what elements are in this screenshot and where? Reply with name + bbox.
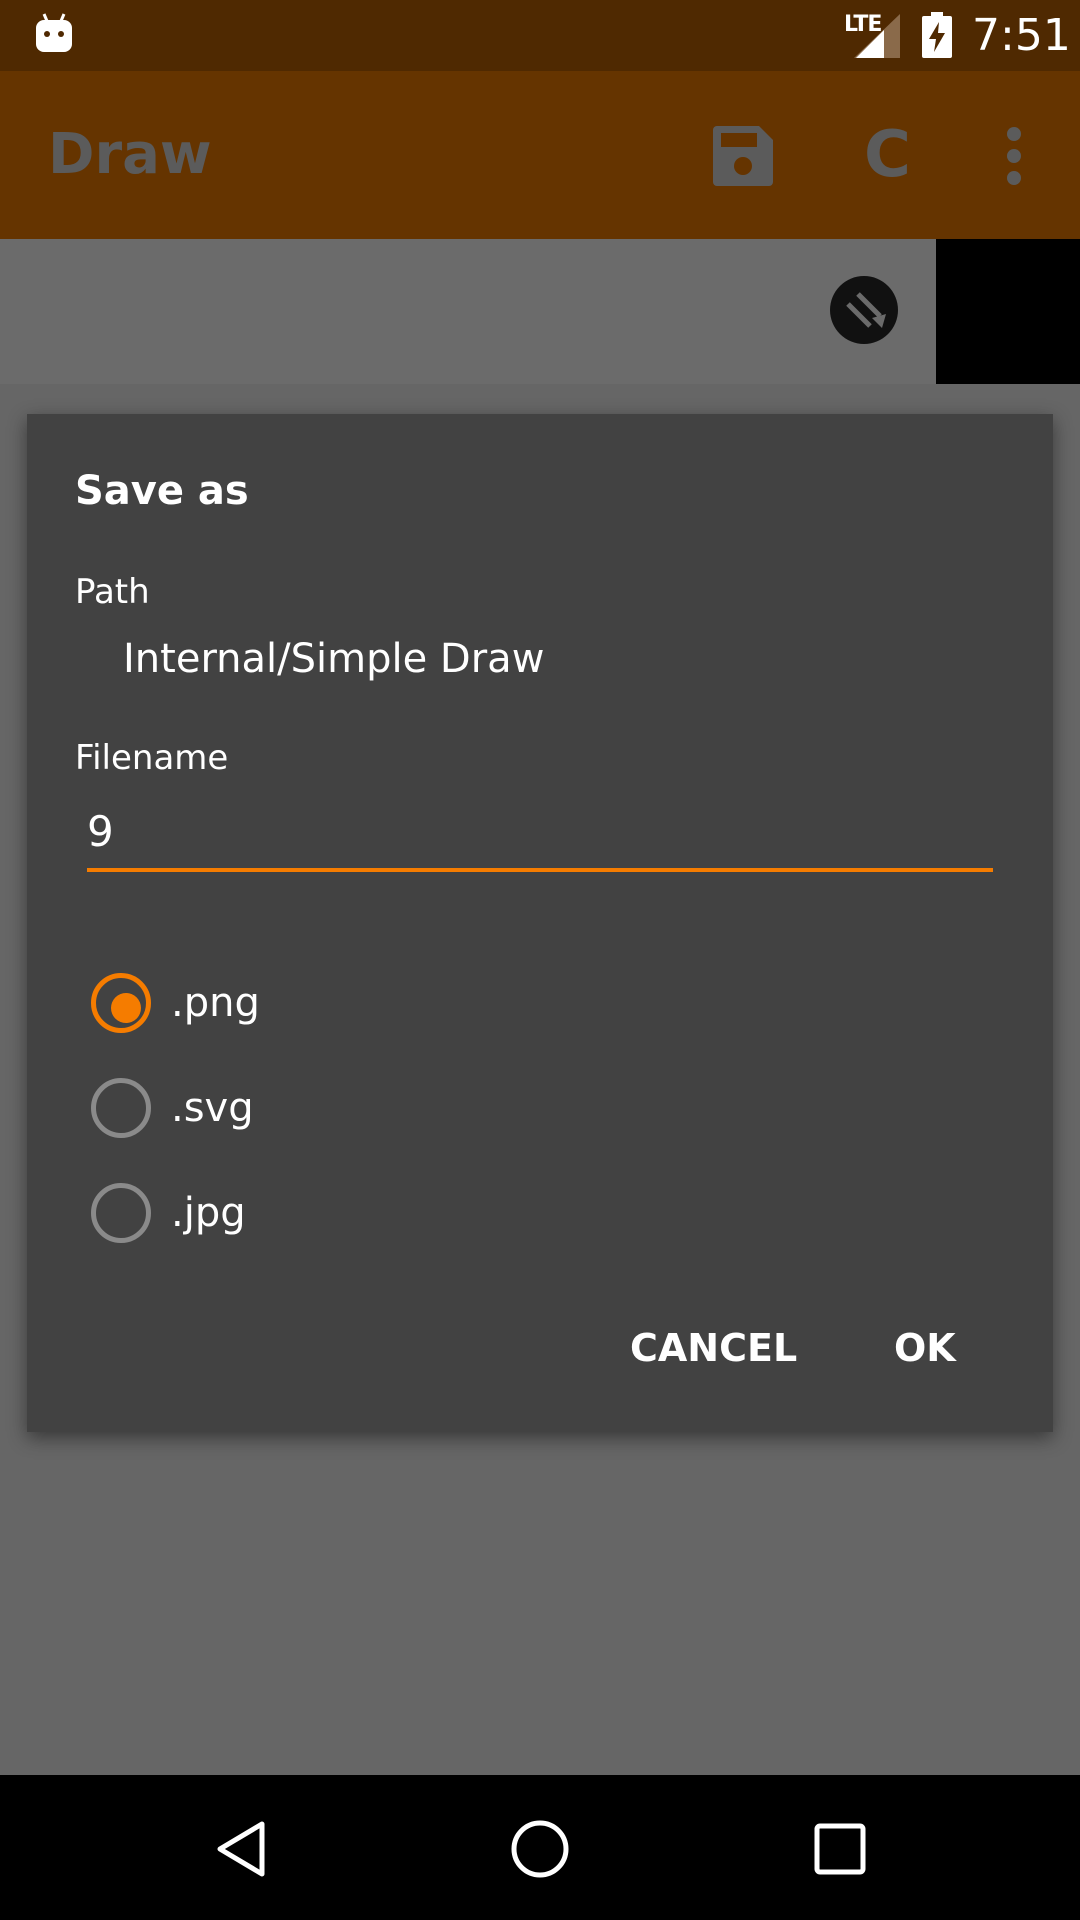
eraser-icon[interactable] <box>828 274 900 346</box>
toolbar-title: Draw <box>48 122 212 187</box>
status-bar: LTE 7:51 <box>0 0 1080 71</box>
home-icon[interactable] <box>509 1818 571 1880</box>
navigation-bar <box>0 1775 1080 1920</box>
cancel-button[interactable]: CANCEL <box>630 1318 797 1378</box>
clear-button[interactable]: C <box>864 119 911 191</box>
signal-icon <box>854 14 900 58</box>
format-option-png[interactable]: .png <box>91 973 491 1033</box>
recents-icon[interactable] <box>809 1818 871 1880</box>
tool-strip <box>0 239 1080 384</box>
clock: 7:51 <box>972 10 1071 61</box>
radio-button[interactable] <box>91 1078 151 1138</box>
battery-charging-icon <box>922 12 952 58</box>
filename-label: Filename <box>75 738 229 778</box>
radio-dot <box>111 993 141 1023</box>
color-swatch[interactable] <box>936 239 1080 384</box>
path-value: Internal/Simple Draw <box>123 636 545 682</box>
radio-button[interactable] <box>91 1183 151 1243</box>
app-toolbar: Draw C <box>0 71 1080 239</box>
back-icon[interactable] <box>210 1818 272 1880</box>
format-label: .png <box>171 980 260 1026</box>
android-app-icon <box>36 13 72 52</box>
format-option-jpg[interactable]: .jpg <box>91 1183 491 1243</box>
radio-button-checked[interactable] <box>91 973 151 1033</box>
format-option-svg[interactable]: .svg <box>91 1078 491 1138</box>
path-label: Path <box>75 572 150 612</box>
format-label: .svg <box>171 1085 254 1131</box>
format-label: .jpg <box>171 1190 246 1236</box>
dialog-title: Save as <box>75 468 249 514</box>
ok-button[interactable]: OK <box>894 1318 956 1378</box>
save-as-dialog: Save as Path Internal/Simple Draw Filena… <box>27 414 1053 1432</box>
save-icon[interactable] <box>713 126 773 186</box>
filename-input[interactable] <box>87 800 993 872</box>
more-vert-icon[interactable] <box>1000 126 1028 186</box>
